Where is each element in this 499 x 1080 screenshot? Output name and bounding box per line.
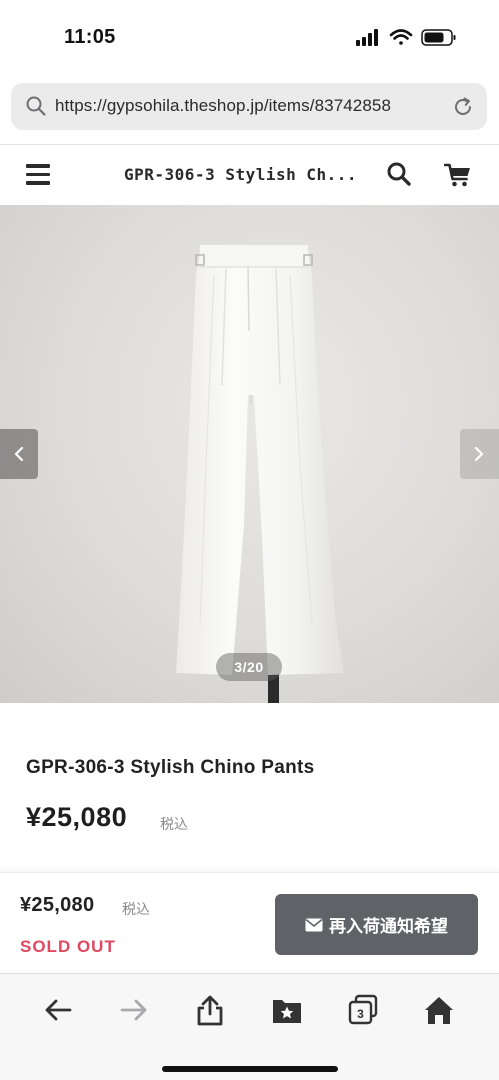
search-icon[interactable]: [386, 161, 412, 187]
share-icon[interactable]: [194, 994, 226, 1026]
tabs-count: 3: [357, 1007, 364, 1021]
wifi-icon: [389, 29, 413, 45]
purchase-bar-price: ¥25,080: [20, 894, 95, 916]
search-icon: [26, 96, 46, 116]
address-bar[interactable]: https://gypsohila.theshop.jp/items/83742…: [11, 83, 487, 130]
purchase-bar-tax-label: 税込: [122, 901, 150, 917]
site-header: GPR-306-3 Stylish Ch...: [0, 145, 499, 205]
cart-icon[interactable]: [444, 162, 472, 188]
product-name: GPR-306-3 Stylish Chino Pants: [26, 757, 315, 778]
tabs-icon: 3: [348, 994, 378, 1025]
carousel-next-button[interactable]: [460, 429, 499, 479]
chevron-left-icon: [14, 446, 24, 462]
reload-icon[interactable]: [451, 95, 475, 119]
menu-icon[interactable]: [26, 164, 50, 186]
status-time: 11:05: [64, 26, 116, 48]
home-icon[interactable]: [423, 994, 455, 1026]
carousel-counter: 3/20: [216, 653, 282, 681]
home-indicator[interactable]: [162, 1066, 338, 1072]
status-bar: 11:05: [0, 0, 499, 72]
purchase-bar: ¥25,080 税込 SOLD OUT 再入荷通知希望: [0, 872, 499, 972]
signal-icon: [356, 29, 378, 46]
tabs-button[interactable]: 3: [347, 994, 379, 1026]
carousel-prev-button[interactable]: [0, 429, 38, 479]
forward-arrow-icon[interactable]: [118, 994, 150, 1026]
product-image[interactable]: 3/20: [0, 205, 499, 703]
back-arrow-icon[interactable]: [42, 994, 74, 1026]
tax-label: 税込: [160, 816, 188, 832]
status-icons: [356, 27, 460, 47]
bookmarks-icon[interactable]: [271, 994, 303, 1026]
header-title: GPR-306-3 Stylish Ch...: [124, 165, 358, 184]
url-text[interactable]: https://gypsohila.theshop.jp/items/83742…: [55, 96, 391, 116]
browser-toolbar: 3: [0, 973, 499, 1080]
restock-notify-label: 再入荷通知希望: [329, 917, 448, 936]
chino-pants-photo: [176, 245, 344, 703]
product-price: ¥25,080: [26, 802, 128, 832]
sold-out-label: SOLD OUT: [20, 937, 116, 956]
restock-notify-button[interactable]: 再入荷通知希望: [275, 894, 478, 955]
mail-icon: [305, 918, 323, 931]
chevron-right-icon: [474, 446, 484, 462]
battery-icon: [421, 29, 456, 46]
